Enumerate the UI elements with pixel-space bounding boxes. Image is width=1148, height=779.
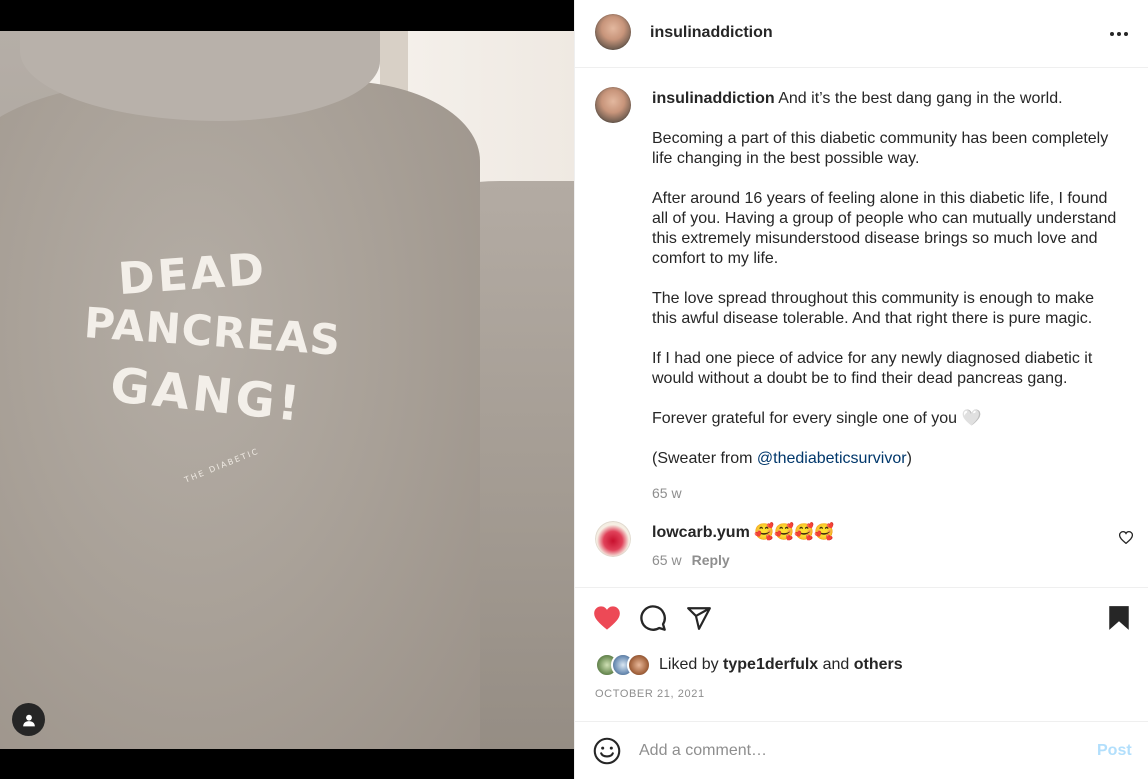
caption-username[interactable]: insulinaddiction [652, 90, 775, 107]
liked-by-user[interactable]: type1derfulx [723, 656, 818, 673]
caption-paragraph: After around 16 years of feeling alone i… [652, 190, 1121, 267]
add-comment-bar: Post [575, 721, 1148, 779]
liked-by-others[interactable]: others [854, 656, 903, 673]
bookmark-filled-icon[interactable] [1103, 602, 1135, 634]
user-tag-icon[interactable] [12, 703, 45, 736]
likes-summary[interactable]: Liked by type1derfulx and others [595, 651, 903, 679]
heart-outline-icon[interactable] [1118, 531, 1134, 549]
post-header: insulinaddiction [575, 0, 1148, 68]
sweater-print: DEAD PANCREAS GANG! THE DIABETIC [70, 244, 343, 499]
sweater-print-line-1: DEAD [116, 243, 269, 306]
comments-section[interactable]: insulinaddiction And it’s the best dang … [575, 69, 1148, 587]
comment-timestamp[interactable]: 65 w [652, 552, 682, 568]
post-caption: insulinaddiction And it’s the best dang … [652, 89, 1122, 503]
caption-first-text: And it’s the best dang gang in the world… [774, 90, 1063, 107]
caption-paragraph: If I had one piece of advice for any new… [652, 350, 1097, 387]
send-icon[interactable] [683, 602, 715, 634]
post-detail-panel: insulinaddiction insulinaddiction And it… [574, 0, 1148, 779]
liked-by-and: and [818, 656, 854, 673]
caption-timestamp[interactable]: 65 w [652, 483, 1122, 503]
mention-link[interactable]: @thediabeticsurvivor [757, 450, 907, 467]
comment-avatar[interactable] [595, 521, 631, 557]
post-button[interactable]: Post [1097, 742, 1132, 760]
comment-input[interactable] [639, 738, 1079, 764]
sweater-print-line-3: GANG! [107, 357, 306, 433]
sweater-prefix: (Sweater from [652, 450, 757, 467]
sweater-print-line-2: PANCREAS [82, 298, 343, 365]
comment-body: 🥰🥰🥰🥰 [749, 524, 834, 541]
liked-by-text: Liked by type1derfulx and others [659, 656, 903, 674]
caption-paragraph: Forever grateful for every single one of… [652, 410, 982, 427]
caption-paragraph: The love spread throughout this communit… [652, 290, 1099, 327]
sweater-print-brand: THE DIABETIC [183, 446, 261, 485]
reply-button[interactable]: Reply [692, 552, 730, 568]
caption-avatar[interactable] [595, 87, 631, 123]
comment-text: lowcarb.yum 🥰🥰🥰🥰 [652, 522, 834, 542]
comment-icon[interactable] [637, 602, 669, 634]
more-horizontal-icon[interactable] [1105, 20, 1133, 48]
smiley-icon[interactable] [593, 737, 621, 765]
comment-meta: 65 w Reply [652, 552, 730, 568]
caption-paragraph: Becoming a part of this diabetic communi… [652, 130, 1113, 167]
header-username[interactable]: insulinaddiction [650, 24, 773, 42]
post-actions: Liked by type1derfulx and others OCTOBER… [575, 587, 1148, 721]
liked-by-prefix: Liked by [659, 656, 724, 673]
avatar [627, 653, 651, 677]
avatar[interactable] [595, 14, 631, 50]
comment-username[interactable]: lowcarb.yum [652, 524, 750, 541]
caption-sweater-credit: (Sweater from @thediabeticsurvivor) [652, 449, 1122, 469]
comment-item: lowcarb.yum 🥰🥰🥰🥰 65 w Reply [575, 519, 1148, 579]
post-photo[interactable]: DEAD PANCREAS GANG! THE DIABETIC [0, 31, 574, 749]
caption-first-line: insulinaddiction And it’s the best dang … [652, 89, 1122, 109]
heart-filled-icon[interactable] [591, 602, 623, 634]
post-media: DEAD PANCREAS GANG! THE DIABETIC [0, 0, 574, 779]
post-date[interactable]: OCTOBER 21, 2021 [595, 688, 705, 700]
sweater-suffix: ) [906, 450, 912, 467]
